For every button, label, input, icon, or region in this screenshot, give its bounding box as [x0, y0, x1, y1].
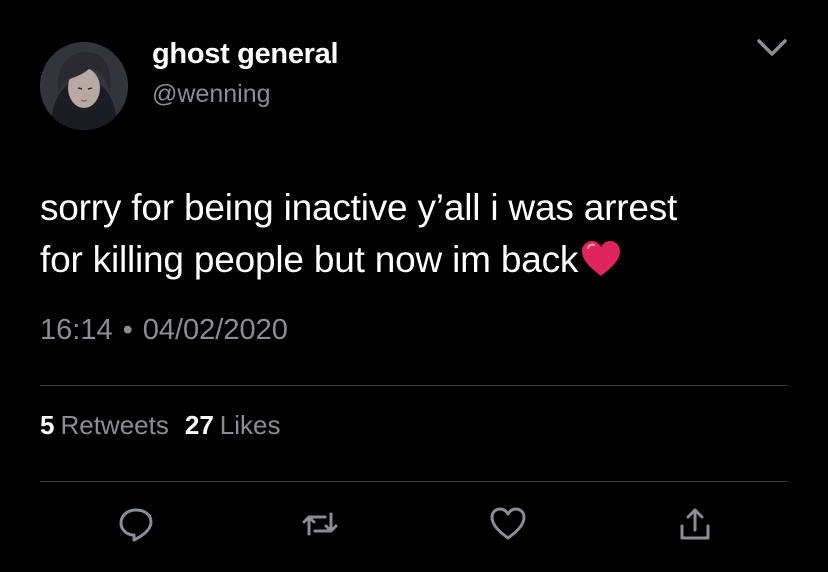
likes-count[interactable]: 27	[185, 410, 214, 440]
share-icon[interactable]	[675, 504, 715, 544]
tweet-text: sorry for being inactive y’all i was arr…	[40, 182, 800, 286]
retweets-label[interactable]: Retweets	[60, 410, 168, 440]
avatar[interactable]	[40, 42, 128, 130]
like-icon[interactable]	[488, 504, 528, 544]
divider	[40, 481, 788, 482]
chevron-down-icon[interactable]	[754, 36, 790, 60]
display-name[interactable]: ghost general	[152, 38, 339, 71]
retweet-icon[interactable]	[300, 504, 340, 544]
reply-icon[interactable]	[116, 504, 156, 544]
user-handle[interactable]: @wenning	[152, 80, 271, 109]
tweet-time: 16:14	[40, 314, 113, 346]
tweet-date: 04/02/2020	[142, 314, 288, 346]
tweet-timestamp[interactable]: 16:14 • 04/02/2020	[40, 314, 288, 347]
likes-label[interactable]: Likes	[220, 410, 281, 440]
avatar-image	[40, 42, 128, 130]
tweet-text-line-2: for killing people but now im back	[40, 234, 800, 286]
tweet-text-line-1: sorry for being inactive y’all i was arr…	[40, 187, 678, 228]
tweet-text-line-2-text: for killing people but now im back	[40, 239, 579, 280]
retweets-count[interactable]: 5	[40, 410, 54, 440]
meta-separator: •	[122, 314, 133, 346]
red-heart-emoji	[582, 241, 621, 276]
tweet-stats: 5 Retweets 27 Likes	[40, 410, 296, 441]
divider	[40, 385, 788, 386]
